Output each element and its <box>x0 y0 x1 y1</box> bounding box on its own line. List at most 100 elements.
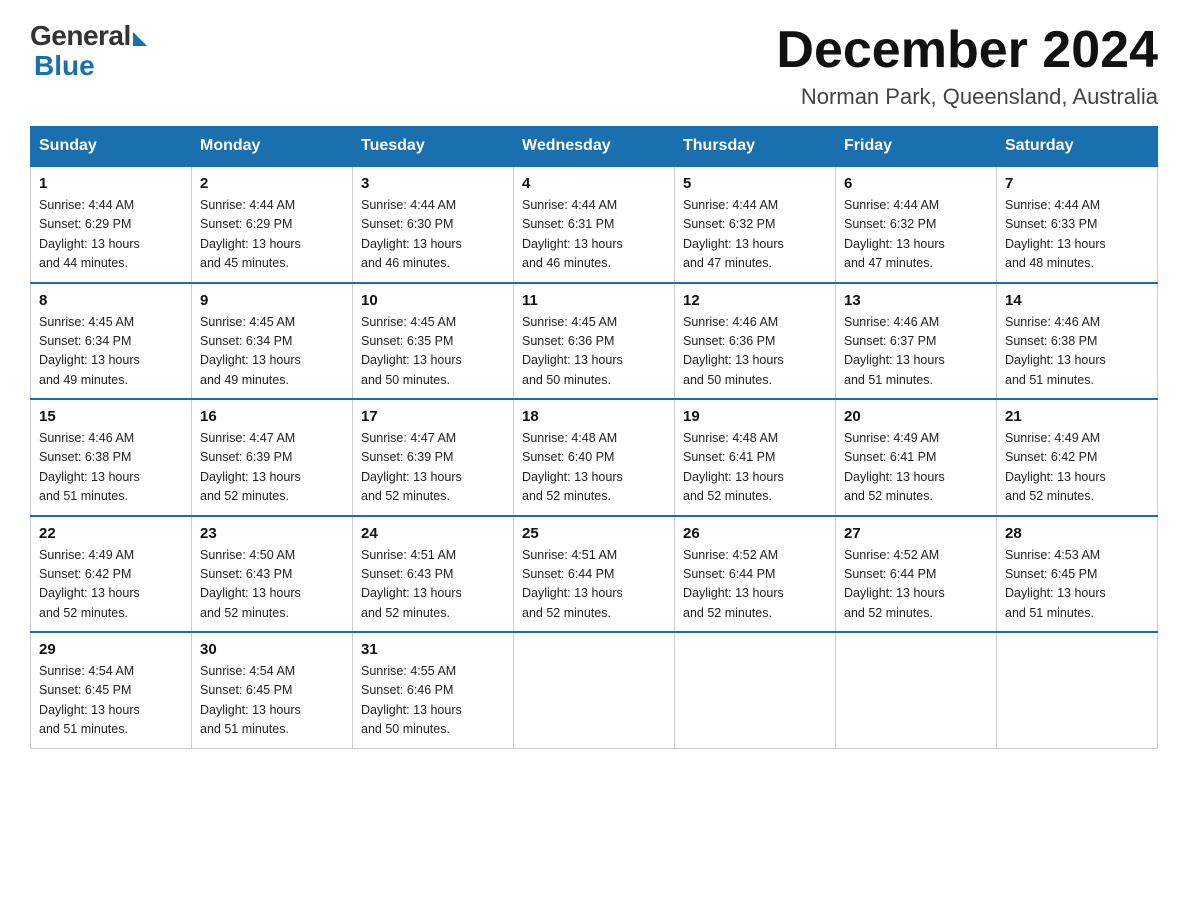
calendar-day-cell: 6Sunrise: 4:44 AMSunset: 6:32 PMDaylight… <box>836 166 997 283</box>
day-info: Sunrise: 4:44 AMSunset: 6:29 PMDaylight:… <box>200 196 344 274</box>
day-number: 9 <box>200 292 344 309</box>
day-info: Sunrise: 4:44 AMSunset: 6:30 PMDaylight:… <box>361 196 505 274</box>
day-number: 12 <box>683 292 827 309</box>
day-number: 25 <box>522 525 666 542</box>
day-number: 4 <box>522 175 666 192</box>
day-number: 8 <box>39 292 183 309</box>
calendar-day-cell: 20Sunrise: 4:49 AMSunset: 6:41 PMDayligh… <box>836 399 997 516</box>
day-info: Sunrise: 4:48 AMSunset: 6:40 PMDaylight:… <box>522 429 666 507</box>
calendar-day-cell: 3 Sunrise: 4:44 AMSunset: 6:30 PMDaylight… <box>353 166 514 283</box>
day-of-week-header: Saturday <box>997 127 1158 167</box>
day-number: 21 <box>1005 408 1149 425</box>
logo-general-text: General <box>30 20 131 52</box>
day-number: 22 <box>39 525 183 542</box>
calendar-day-cell: 5 Sunrise: 4:44 AMSunset: 6:32 PMDaylight… <box>675 166 836 283</box>
day-number: 30 <box>200 641 344 658</box>
day-number: 5 <box>683 175 827 192</box>
day-info: Sunrise: 4:46 AMSunset: 6:38 PMDaylight:… <box>39 429 183 507</box>
day-info: Sunrise: 4:45 AMSunset: 6:34 PMDaylight:… <box>200 313 344 391</box>
day-number: 1 <box>39 175 183 192</box>
calendar-week-row: 15 Sunrise: 4:46 AMSunset: 6:38 PMDayligh… <box>31 399 1158 516</box>
calendar-day-cell: 9 Sunrise: 4:45 AMSunset: 6:34 PMDaylight… <box>192 283 353 400</box>
day-info: Sunrise: 4:46 AMSunset: 6:37 PMDaylight:… <box>844 313 988 391</box>
day-number: 16 <box>200 408 344 425</box>
calendar-day-cell: 16Sunrise: 4:47 AMSunset: 6:39 PMDayligh… <box>192 399 353 516</box>
calendar-day-cell: 19Sunrise: 4:48 AMSunset: 6:41 PMDayligh… <box>675 399 836 516</box>
calendar-week-row: 29 Sunrise: 4:54 AMSunset: 6:45 PMDayligh… <box>31 632 1158 748</box>
day-info: Sunrise: 4:54 AMSunset: 6:45 PMDaylight:… <box>39 662 183 740</box>
day-of-week-header: Friday <box>836 127 997 167</box>
day-info: Sunrise: 4:49 AMSunset: 6:42 PMDaylight:… <box>39 546 183 624</box>
calendar-day-cell: 24Sunrise: 4:51 AMSunset: 6:43 PMDayligh… <box>353 516 514 633</box>
calendar-day-cell: 11 Sunrise: 4:45 AMSunset: 6:36 PMDayligh… <box>514 283 675 400</box>
calendar-day-cell: 1 Sunrise: 4:44 AMSunset: 6:29 PMDaylight… <box>31 166 192 283</box>
calendar-day-cell: 14 Sunrise: 4:46 AMSunset: 6:38 PMDayligh… <box>997 283 1158 400</box>
day-info: Sunrise: 4:49 AMSunset: 6:42 PMDaylight:… <box>1005 429 1149 507</box>
day-number: 26 <box>683 525 827 542</box>
day-of-week-header: Thursday <box>675 127 836 167</box>
day-of-week-header: Tuesday <box>353 127 514 167</box>
day-of-week-header: Sunday <box>31 127 192 167</box>
day-number: 24 <box>361 525 505 542</box>
day-info: Sunrise: 4:44 AMSunset: 6:29 PMDaylight:… <box>39 196 183 274</box>
calendar-day-cell <box>514 632 675 748</box>
day-number: 14 <box>1005 292 1149 309</box>
day-number: 15 <box>39 408 183 425</box>
calendar-day-cell: 12 Sunrise: 4:46 AMSunset: 6:36 PMDayligh… <box>675 283 836 400</box>
calendar-day-cell: 23 Sunrise: 4:50 AMSunset: 6:43 PMDayligh… <box>192 516 353 633</box>
calendar-day-cell: 30Sunrise: 4:54 AMSunset: 6:45 PMDayligh… <box>192 632 353 748</box>
day-info: Sunrise: 4:53 AMSunset: 6:45 PMDaylight:… <box>1005 546 1149 624</box>
day-info: Sunrise: 4:45 AMSunset: 6:35 PMDaylight:… <box>361 313 505 391</box>
logo: General Blue <box>30 20 147 82</box>
location-subtitle: Norman Park, Queensland, Australia <box>776 84 1158 110</box>
day-number: 6 <box>844 175 988 192</box>
calendar-day-cell: 21 Sunrise: 4:49 AMSunset: 6:42 PMDayligh… <box>997 399 1158 516</box>
day-info: Sunrise: 4:44 AMSunset: 6:33 PMDaylight:… <box>1005 196 1149 274</box>
day-info: Sunrise: 4:46 AMSunset: 6:36 PMDaylight:… <box>683 313 827 391</box>
calendar-day-cell: 10Sunrise: 4:45 AMSunset: 6:35 PMDayligh… <box>353 283 514 400</box>
day-number: 13 <box>844 292 988 309</box>
day-info: Sunrise: 4:50 AMSunset: 6:43 PMDaylight:… <box>200 546 344 624</box>
day-number: 3 <box>361 175 505 192</box>
day-number: 29 <box>39 641 183 658</box>
calendar-day-cell: 7 Sunrise: 4:44 AMSunset: 6:33 PMDaylight… <box>997 166 1158 283</box>
calendar-day-cell: 2Sunrise: 4:44 AMSunset: 6:29 PMDaylight… <box>192 166 353 283</box>
day-number: 23 <box>200 525 344 542</box>
day-info: Sunrise: 4:48 AMSunset: 6:41 PMDaylight:… <box>683 429 827 507</box>
day-info: Sunrise: 4:45 AMSunset: 6:34 PMDaylight:… <box>39 313 183 391</box>
day-of-week-header: Monday <box>192 127 353 167</box>
day-number: 31 <box>361 641 505 658</box>
calendar-week-row: 1 Sunrise: 4:44 AMSunset: 6:29 PMDaylight… <box>31 166 1158 283</box>
day-number: 17 <box>361 408 505 425</box>
day-info: Sunrise: 4:44 AMSunset: 6:31 PMDaylight:… <box>522 196 666 274</box>
day-number: 11 <box>522 292 666 309</box>
day-info: Sunrise: 4:46 AMSunset: 6:38 PMDaylight:… <box>1005 313 1149 391</box>
day-info: Sunrise: 4:45 AMSunset: 6:36 PMDaylight:… <box>522 313 666 391</box>
day-info: Sunrise: 4:51 AMSunset: 6:44 PMDaylight:… <box>522 546 666 624</box>
calendar-day-cell: 25 Sunrise: 4:51 AMSunset: 6:44 PMDayligh… <box>514 516 675 633</box>
calendar-day-cell: 15 Sunrise: 4:46 AMSunset: 6:38 PMDayligh… <box>31 399 192 516</box>
calendar-day-cell: 8 Sunrise: 4:45 AMSunset: 6:34 PMDaylight… <box>31 283 192 400</box>
calendar-day-cell: 13 Sunrise: 4:46 AMSunset: 6:37 PMDayligh… <box>836 283 997 400</box>
calendar-table: SundayMondayTuesdayWednesdayThursdayFrid… <box>30 126 1158 749</box>
calendar-week-row: 8 Sunrise: 4:45 AMSunset: 6:34 PMDaylight… <box>31 283 1158 400</box>
day-info: Sunrise: 4:52 AMSunset: 6:44 PMDaylight:… <box>683 546 827 624</box>
logo-arrow-icon <box>133 32 147 46</box>
day-number: 27 <box>844 525 988 542</box>
calendar-header-row: SundayMondayTuesdayWednesdayThursdayFrid… <box>31 127 1158 167</box>
month-year-title: December 2024 <box>776 20 1158 80</box>
day-info: Sunrise: 4:47 AMSunset: 6:39 PMDaylight:… <box>361 429 505 507</box>
day-number: 7 <box>1005 175 1149 192</box>
day-info: Sunrise: 4:44 AMSunset: 6:32 PMDaylight:… <box>683 196 827 274</box>
calendar-day-cell <box>675 632 836 748</box>
calendar-day-cell: 4 Sunrise: 4:44 AMSunset: 6:31 PMDaylight… <box>514 166 675 283</box>
calendar-day-cell: 22 Sunrise: 4:49 AMSunset: 6:42 PMDayligh… <box>31 516 192 633</box>
calendar-day-cell: 26 Sunrise: 4:52 AMSunset: 6:44 PMDayligh… <box>675 516 836 633</box>
day-of-week-header: Wednesday <box>514 127 675 167</box>
logo-blue-text: Blue <box>30 50 95 82</box>
calendar-day-cell: 28 Sunrise: 4:53 AMSunset: 6:45 PMDayligh… <box>997 516 1158 633</box>
day-info: Sunrise: 4:52 AMSunset: 6:44 PMDaylight:… <box>844 546 988 624</box>
day-number: 18 <box>522 408 666 425</box>
calendar-day-cell: 18 Sunrise: 4:48 AMSunset: 6:40 PMDayligh… <box>514 399 675 516</box>
day-number: 28 <box>1005 525 1149 542</box>
